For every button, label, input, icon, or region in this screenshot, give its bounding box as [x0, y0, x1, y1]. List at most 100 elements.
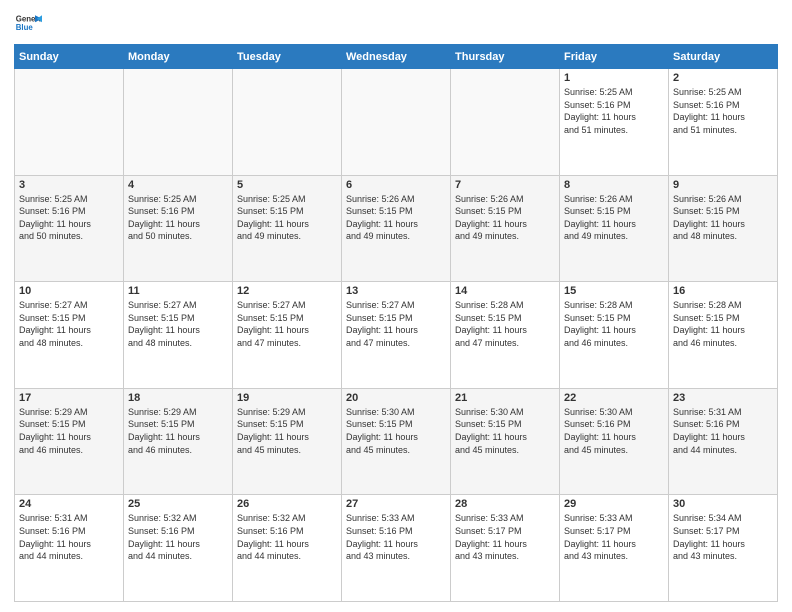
day-number: 3 [19, 179, 119, 191]
day-info: Sunrise: 5:33 AM Sunset: 5:17 PM Dayligh… [564, 512, 664, 562]
day-info: Sunrise: 5:25 AM Sunset: 5:16 PM Dayligh… [564, 86, 664, 136]
day-info: Sunrise: 5:29 AM Sunset: 5:15 PM Dayligh… [237, 406, 337, 456]
day-info: Sunrise: 5:28 AM Sunset: 5:15 PM Dayligh… [455, 299, 555, 349]
day-number: 1 [564, 72, 664, 84]
day-number: 14 [455, 285, 555, 297]
weekday-header-wednesday: Wednesday [342, 45, 451, 69]
day-info: Sunrise: 5:31 AM Sunset: 5:16 PM Dayligh… [19, 512, 119, 562]
day-info: Sunrise: 5:30 AM Sunset: 5:15 PM Dayligh… [346, 406, 446, 456]
day-cell: 13Sunrise: 5:27 AM Sunset: 5:15 PM Dayli… [342, 282, 451, 389]
day-number: 2 [673, 72, 773, 84]
logo-icon: General Blue [14, 10, 42, 38]
day-number: 25 [128, 498, 228, 510]
day-number: 30 [673, 498, 773, 510]
day-cell: 11 Sunrise: 5:27 AM Sunset: 5:15 PM Dayli… [124, 282, 233, 389]
day-info: Sunrise: 5:33 AM Sunset: 5:17 PM Dayligh… [455, 512, 555, 562]
logo: General Blue [14, 10, 42, 38]
day-number: 10 [19, 285, 119, 297]
day-cell: 8Sunrise: 5:26 AM Sunset: 5:15 PM Daylig… [560, 175, 669, 282]
day-cell: 19 Sunrise: 5:29 AM Sunset: 5:15 PM Dayli… [233, 388, 342, 495]
day-number: 19 [237, 392, 337, 404]
day-info: Sunrise: 5:27 AM Sunset: 5:15 PM Dayligh… [346, 299, 446, 349]
day-number: 18 [128, 392, 228, 404]
day-cell: 14 Sunrise: 5:28 AM Sunset: 5:15 PM Dayli… [451, 282, 560, 389]
weekday-header-tuesday: Tuesday [233, 45, 342, 69]
day-info: Sunrise: 5:25 AM Sunset: 5:16 PM Dayligh… [19, 193, 119, 243]
day-number: 7 [455, 179, 555, 191]
day-cell: 1 Sunrise: 5:25 AM Sunset: 5:16 PM Daylig… [560, 69, 669, 176]
week-row-5: 24Sunrise: 5:31 AM Sunset: 5:16 PM Dayli… [15, 495, 778, 602]
day-cell: 24Sunrise: 5:31 AM Sunset: 5:16 PM Dayli… [15, 495, 124, 602]
day-cell: 7 Sunrise: 5:26 AM Sunset: 5:15 PM Daylig… [451, 175, 560, 282]
day-cell [233, 69, 342, 176]
day-info: Sunrise: 5:34 AM Sunset: 5:17 PM Dayligh… [673, 512, 773, 562]
day-info: Sunrise: 5:27 AM Sunset: 5:15 PM Dayligh… [237, 299, 337, 349]
day-cell [451, 69, 560, 176]
day-cell: 10 Sunrise: 5:27 AM Sunset: 5:15 PM Dayli… [15, 282, 124, 389]
day-info: Sunrise: 5:26 AM Sunset: 5:15 PM Dayligh… [564, 193, 664, 243]
day-number: 21 [455, 392, 555, 404]
weekday-header-row: SundayMondayTuesdayWednesdayThursdayFrid… [15, 45, 778, 69]
week-row-1: 1 Sunrise: 5:25 AM Sunset: 5:16 PM Daylig… [15, 69, 778, 176]
day-cell [15, 69, 124, 176]
day-info: Sunrise: 5:32 AM Sunset: 5:16 PM Dayligh… [237, 512, 337, 562]
day-number: 15 [564, 285, 664, 297]
day-number: 5 [237, 179, 337, 191]
day-cell: 4 Sunrise: 5:25 AM Sunset: 5:16 PM Daylig… [124, 175, 233, 282]
day-cell: 2 Sunrise: 5:25 AM Sunset: 5:16 PM Daylig… [669, 69, 778, 176]
day-cell: 23 Sunrise: 5:31 AM Sunset: 5:16 PM Dayli… [669, 388, 778, 495]
day-info: Sunrise: 5:26 AM Sunset: 5:15 PM Dayligh… [346, 193, 446, 243]
day-info: Sunrise: 5:25 AM Sunset: 5:16 PM Dayligh… [128, 193, 228, 243]
day-info: Sunrise: 5:30 AM Sunset: 5:15 PM Dayligh… [455, 406, 555, 456]
day-info: Sunrise: 5:27 AM Sunset: 5:15 PM Dayligh… [128, 299, 228, 349]
day-info: Sunrise: 5:26 AM Sunset: 5:15 PM Dayligh… [673, 193, 773, 243]
day-number: 16 [673, 285, 773, 297]
weekday-header-saturday: Saturday [669, 45, 778, 69]
day-cell: 12 Sunrise: 5:27 AM Sunset: 5:15 PM Dayli… [233, 282, 342, 389]
day-info: Sunrise: 5:29 AM Sunset: 5:15 PM Dayligh… [19, 406, 119, 456]
day-info: Sunrise: 5:25 AM Sunset: 5:16 PM Dayligh… [673, 86, 773, 136]
day-cell: 6 Sunrise: 5:26 AM Sunset: 5:15 PM Daylig… [342, 175, 451, 282]
day-info: Sunrise: 5:30 AM Sunset: 5:16 PM Dayligh… [564, 406, 664, 456]
day-number: 20 [346, 392, 446, 404]
day-cell: 27Sunrise: 5:33 AM Sunset: 5:16 PM Dayli… [342, 495, 451, 602]
day-number: 6 [346, 179, 446, 191]
day-number: 27 [346, 498, 446, 510]
day-cell: 22 Sunrise: 5:30 AM Sunset: 5:16 PM Dayli… [560, 388, 669, 495]
day-number: 23 [673, 392, 773, 404]
weekday-header-monday: Monday [124, 45, 233, 69]
day-cell: 28 Sunrise: 5:33 AM Sunset: 5:17 PM Dayli… [451, 495, 560, 602]
day-cell [124, 69, 233, 176]
week-row-2: 3 Sunrise: 5:25 AM Sunset: 5:16 PM Daylig… [15, 175, 778, 282]
svg-text:Blue: Blue [16, 23, 34, 32]
day-number: 26 [237, 498, 337, 510]
day-number: 29 [564, 498, 664, 510]
day-info: Sunrise: 5:29 AM Sunset: 5:15 PM Dayligh… [128, 406, 228, 456]
day-cell: 3 Sunrise: 5:25 AM Sunset: 5:16 PM Daylig… [15, 175, 124, 282]
day-number: 12 [237, 285, 337, 297]
day-cell: 25Sunrise: 5:32 AM Sunset: 5:16 PM Dayli… [124, 495, 233, 602]
day-info: Sunrise: 5:27 AM Sunset: 5:15 PM Dayligh… [19, 299, 119, 349]
day-cell: 17Sunrise: 5:29 AM Sunset: 5:15 PM Dayli… [15, 388, 124, 495]
week-row-3: 10 Sunrise: 5:27 AM Sunset: 5:15 PM Dayli… [15, 282, 778, 389]
calendar-body: 1 Sunrise: 5:25 AM Sunset: 5:16 PM Daylig… [15, 69, 778, 602]
day-cell: 18 Sunrise: 5:29 AM Sunset: 5:15 PM Dayli… [124, 388, 233, 495]
week-row-4: 17Sunrise: 5:29 AM Sunset: 5:15 PM Dayli… [15, 388, 778, 495]
day-info: Sunrise: 5:28 AM Sunset: 5:15 PM Dayligh… [673, 299, 773, 349]
day-cell: 16 Sunrise: 5:28 AM Sunset: 5:15 PM Dayli… [669, 282, 778, 389]
header: General Blue [14, 10, 778, 38]
day-number: 28 [455, 498, 555, 510]
day-number: 22 [564, 392, 664, 404]
day-number: 11 [128, 285, 228, 297]
day-cell: 5 Sunrise: 5:25 AM Sunset: 5:15 PM Daylig… [233, 175, 342, 282]
day-cell: 15Sunrise: 5:28 AM Sunset: 5:15 PM Dayli… [560, 282, 669, 389]
day-info: Sunrise: 5:26 AM Sunset: 5:15 PM Dayligh… [455, 193, 555, 243]
weekday-header-sunday: Sunday [15, 45, 124, 69]
day-cell: 21 Sunrise: 5:30 AM Sunset: 5:15 PM Dayli… [451, 388, 560, 495]
day-info: Sunrise: 5:31 AM Sunset: 5:16 PM Dayligh… [673, 406, 773, 456]
day-number: 4 [128, 179, 228, 191]
day-info: Sunrise: 5:25 AM Sunset: 5:15 PM Dayligh… [237, 193, 337, 243]
day-cell: 26 Sunrise: 5:32 AM Sunset: 5:16 PM Dayli… [233, 495, 342, 602]
day-cell: 9 Sunrise: 5:26 AM Sunset: 5:15 PM Daylig… [669, 175, 778, 282]
day-number: 9 [673, 179, 773, 191]
